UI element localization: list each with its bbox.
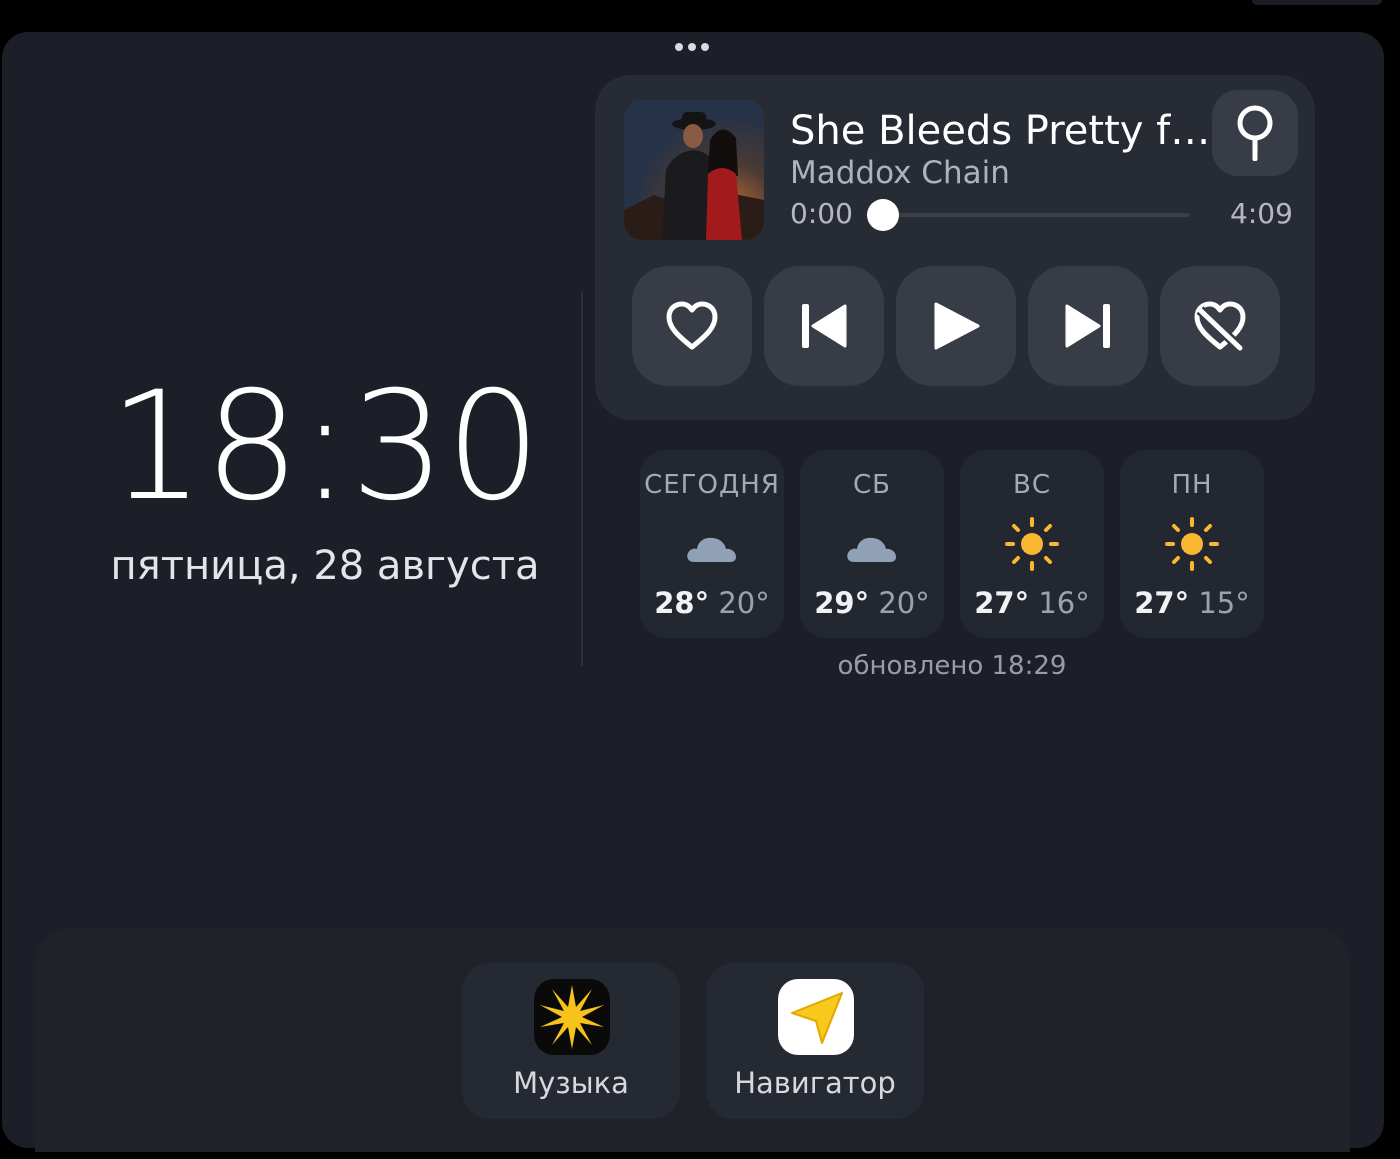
clock-time: 18:30 bbox=[108, 360, 542, 534]
player-controls bbox=[632, 266, 1280, 386]
next-icon bbox=[1065, 304, 1110, 348]
divider bbox=[581, 292, 583, 666]
temp-low: 20° bbox=[718, 586, 770, 620]
dislike-icon bbox=[1194, 301, 1246, 352]
music-app-icon bbox=[534, 979, 610, 1055]
app-label: Музыка bbox=[513, 1066, 629, 1100]
temp-high: 27° bbox=[1134, 586, 1190, 620]
temp-high: 29° bbox=[814, 586, 870, 620]
search-icon bbox=[1237, 105, 1273, 161]
sun-icon bbox=[1165, 517, 1219, 571]
star-burst-icon bbox=[540, 985, 604, 1049]
day-temps: 27° 16° bbox=[960, 584, 1104, 622]
temp-high: 28° bbox=[654, 586, 710, 620]
sun-icon bbox=[1005, 517, 1059, 571]
elapsed-time: 0:00 bbox=[790, 197, 853, 230]
navigation-arrow-icon bbox=[791, 992, 843, 1044]
dock-app-navigator[interactable]: Навигатор bbox=[706, 963, 924, 1119]
dot-icon bbox=[701, 43, 709, 51]
dock-app-music[interactable]: Музыка bbox=[462, 963, 680, 1119]
day-temps: 28° 20° bbox=[640, 584, 784, 622]
search-button[interactable] bbox=[1212, 90, 1298, 176]
temp-high: 27° bbox=[974, 586, 1030, 620]
progress-slider[interactable] bbox=[867, 199, 1190, 231]
day-temps: 29° 20° bbox=[800, 584, 944, 622]
weather-forecast[interactable]: СЕГОДНЯ 28° 20° СБ 29° 20° ВС 27° 16° ПН… bbox=[640, 450, 1264, 638]
clock-date: пятница, 28 августа bbox=[110, 543, 540, 589]
forecast-day-mon[interactable]: ПН 27° 15° bbox=[1120, 450, 1264, 638]
cloud-icon bbox=[847, 537, 896, 562]
forecast-day-sun[interactable]: ВС 27° 16° bbox=[960, 450, 1104, 638]
like-button[interactable] bbox=[632, 266, 752, 386]
album-art-image bbox=[624, 100, 764, 240]
temp-low: 15° bbox=[1198, 586, 1250, 620]
navigator-app-icon bbox=[778, 979, 854, 1055]
day-temps: 27° 15° bbox=[1120, 584, 1264, 622]
play-icon bbox=[934, 302, 980, 350]
previous-icon bbox=[802, 304, 847, 348]
day-name: СЕГОДНЯ bbox=[644, 470, 780, 500]
previous-button[interactable] bbox=[764, 266, 884, 386]
status-bar-pill bbox=[1252, 0, 1382, 5]
day-name: ВС bbox=[1013, 470, 1051, 500]
track-duration: 4:09 bbox=[1230, 197, 1293, 230]
weather-updated-time: обновлено 18:29 bbox=[837, 651, 1067, 681]
play-button[interactable] bbox=[896, 266, 1016, 386]
dislike-button[interactable] bbox=[1160, 266, 1280, 386]
next-button[interactable] bbox=[1028, 266, 1148, 386]
track-title[interactable]: She Bleeds Pretty f… bbox=[790, 105, 1210, 157]
day-name: СБ bbox=[853, 470, 891, 500]
dot-icon bbox=[688, 43, 696, 51]
album-cover[interactable] bbox=[624, 100, 764, 240]
music-player-widget: She Bleeds Pretty f… Maddox Chain 0:00 4… bbox=[595, 75, 1315, 420]
cloud-icon bbox=[687, 537, 736, 562]
heart-icon bbox=[666, 301, 718, 350]
forecast-day-today[interactable]: СЕГОДНЯ 28° 20° bbox=[640, 450, 784, 638]
app-label: Навигатор bbox=[734, 1066, 896, 1100]
more-handle[interactable] bbox=[672, 42, 712, 52]
app-dock bbox=[35, 928, 1350, 1152]
dot-icon bbox=[675, 43, 683, 51]
temp-low: 16° bbox=[1038, 586, 1090, 620]
day-name: ПН bbox=[1171, 470, 1213, 500]
progress-knob[interactable] bbox=[867, 199, 899, 231]
track-artist[interactable]: Maddox Chain bbox=[790, 153, 1210, 193]
temp-low: 20° bbox=[878, 586, 930, 620]
forecast-day-sat[interactable]: СБ 29° 20° bbox=[800, 450, 944, 638]
